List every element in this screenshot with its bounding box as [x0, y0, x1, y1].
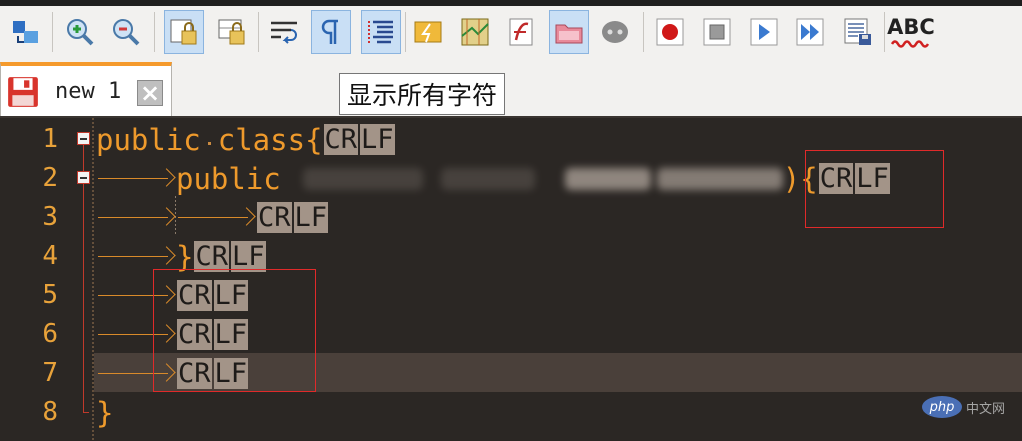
cr-marker: CR: [194, 241, 229, 272]
sync-vertical-icon: [170, 19, 197, 45]
code-token: public: [176, 161, 281, 196]
code-token: class{: [217, 122, 323, 157]
tab-close-button[interactable]: ×: [137, 80, 163, 106]
line-number: 2: [42, 163, 58, 193]
folder-as-workspace-button[interactable]: [549, 10, 589, 54]
line-number: 1: [42, 124, 58, 154]
line-number: 8: [42, 397, 58, 427]
monitoring-button[interactable]: [595, 10, 635, 54]
space-marker: [201, 120, 218, 159]
eol-marker: CR LF: [194, 241, 266, 272]
sync-horizontal-button[interactable]: [212, 10, 252, 54]
lf-marker: LF: [230, 241, 266, 272]
line-number: 5: [42, 280, 58, 310]
cr-marker: CR: [257, 202, 292, 233]
code-line-3: CR LF: [96, 198, 329, 237]
eol-marker: CR LF: [323, 124, 395, 155]
indent-guide-button[interactable]: [361, 10, 401, 54]
sync-vertical-button[interactable]: [164, 10, 204, 54]
margin-rule: [92, 118, 94, 441]
start-recording-icon: [656, 18, 684, 46]
user-defined-language-button[interactable]: [408, 10, 448, 54]
code-token: }: [96, 395, 114, 430]
toolbar-separator: [643, 12, 644, 52]
toolbar: ABC: [0, 0, 1022, 62]
blurred-code: [302, 167, 423, 190]
watermark-text: 中文网: [966, 401, 1006, 417]
save-macro-button[interactable]: [838, 10, 878, 54]
function-list-icon: [509, 18, 533, 46]
close-icon: ×: [139, 79, 161, 107]
user-defined-language-icon: [414, 21, 442, 43]
document-map-button[interactable]: [455, 10, 495, 54]
annotation-box: [153, 269, 316, 392]
code-line-1: public class{ CR LF: [96, 120, 395, 159]
code-line-8: }: [96, 393, 113, 432]
toolbar-separator: [52, 12, 53, 52]
code-token: public: [96, 122, 201, 157]
tab-new-1[interactable]: new 1 ×: [0, 62, 172, 118]
word-wrap-button[interactable]: [264, 10, 304, 54]
tab-title: new 1: [55, 79, 122, 104]
eol-marker: CR LF: [257, 202, 329, 233]
menu-strip: [0, 0, 1022, 6]
fold-end: [83, 412, 89, 413]
zoom-in-icon: [67, 19, 94, 46]
tooltip: 显示所有字符: [339, 73, 506, 115]
watermark-logo: php: [922, 396, 962, 418]
zoom-out-button[interactable]: [106, 10, 146, 54]
monitoring-icon: [602, 21, 628, 43]
show-all-characters-button[interactable]: [311, 10, 351, 54]
watermark: php 中文网: [922, 396, 1005, 418]
fold-toggle-line-1[interactable]: [77, 132, 90, 145]
tab-bar: new 1 ×: [0, 62, 1022, 118]
toolbar-separator: [405, 12, 406, 52]
code-line-2: public){ CR LF: [96, 159, 890, 198]
line-number: 3: [42, 202, 58, 232]
playback-icon: [750, 18, 778, 46]
spell-check-button[interactable]: ABC: [887, 10, 935, 54]
sync-horizontal-icon: [218, 19, 245, 45]
toolbar-separator: [258, 12, 259, 52]
zoom-out-icon: [113, 19, 140, 46]
unsaved-file-icon: [8, 77, 38, 107]
word-wrap-icon: [271, 21, 297, 44]
stop-recording-icon: [703, 18, 731, 46]
zoom-in-button[interactable]: [60, 10, 100, 54]
line-number: 4: [42, 241, 58, 271]
line-number: 6: [42, 319, 58, 349]
run-macro-multiple-button[interactable]: [790, 10, 830, 54]
editor[interactable]: 1 2 3 4 5 6 7 8 public class{ CR LF public…: [0, 118, 1022, 441]
indent-guide-icon: [368, 20, 393, 44]
function-list-button[interactable]: [502, 10, 542, 54]
blurred-code: [564, 167, 651, 190]
blurred-code: [440, 167, 535, 190]
spell-check-label: ABC: [887, 14, 935, 39]
tab-marker: [96, 159, 176, 198]
spell-check-icon: [891, 39, 930, 48]
fold-line: [83, 144, 84, 412]
toolbar-separator: [154, 12, 155, 52]
show-all-characters-icon: [321, 19, 338, 44]
tab-marker: [96, 198, 176, 237]
line-number: 7: [42, 358, 58, 388]
tab-marker: [176, 198, 256, 237]
lf-marker: LF: [293, 202, 329, 233]
start-recording-button[interactable]: [650, 10, 690, 54]
folder-as-workspace-icon: [555, 24, 583, 44]
document-map-icon: [461, 18, 489, 46]
stop-recording-button[interactable]: [697, 10, 737, 54]
annotation-box: [805, 150, 944, 228]
playback-button[interactable]: [744, 10, 784, 54]
save-macro-icon: [844, 18, 871, 45]
blurred-code: [656, 167, 783, 190]
cr-marker: CR: [323, 124, 359, 155]
run-macro-multiple-icon: [796, 18, 824, 46]
sync-scroll-button[interactable]: [6, 10, 46, 54]
lf-marker: LF: [360, 124, 395, 155]
sync-scroll-icon: [13, 21, 38, 43]
toolbar-separator: [884, 12, 885, 52]
fold-toggle-line-2[interactable]: [77, 171, 90, 184]
